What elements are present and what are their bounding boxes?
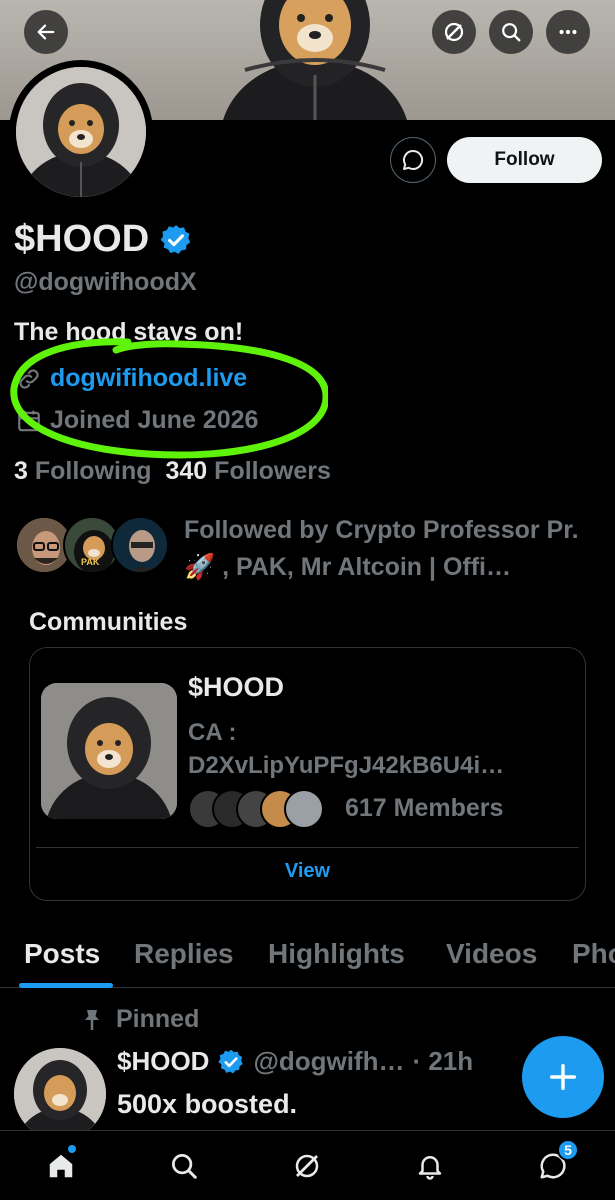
profile-avatar-ring <box>9 60 153 204</box>
community-name: $HOOD <box>188 672 285 702</box>
grok-icon <box>295 1154 319 1178</box>
bottom-nav: 5 <box>0 1130 615 1200</box>
active-tab-indicator <box>19 983 113 988</box>
community-members-count: 617 Members <box>345 794 504 822</box>
follower-avatar <box>111 516 169 574</box>
post-text[interactable]: 500x boosted. <box>117 1089 297 1120</box>
member-avatar <box>284 789 324 829</box>
community-card[interactable]: $HOOD CA : D2XvLipYuPFgJ42kB6U4i… 617 Me… <box>29 647 586 901</box>
community-image <box>41 683 177 819</box>
verified-badge-icon[interactable] <box>159 223 193 257</box>
profile-avatar[interactable] <box>16 67 146 197</box>
avatar-dog-image <box>16 67 146 197</box>
message-bubble-icon <box>403 149 424 170</box>
followed-by-avatars[interactable]: PAK <box>15 516 175 578</box>
follow-button[interactable]: Follow <box>447 137 602 183</box>
community-view-button[interactable]: View <box>30 860 585 883</box>
profile-display-name: $HOOD <box>14 218 150 260</box>
highlight-circle-annotation <box>10 338 328 459</box>
profile-handle: @dogwifhoodX <box>14 268 197 296</box>
card-divider <box>36 847 579 848</box>
search-icon <box>172 1154 197 1179</box>
messages-badge: 5 <box>557 1139 579 1161</box>
post-author-handle: @dogwifh… <box>253 1046 405 1076</box>
pinned-indicator: Pinned <box>80 1005 199 1034</box>
notifications-icon <box>418 1156 442 1180</box>
search-icon <box>502 23 521 42</box>
pin-icon <box>85 1009 99 1030</box>
post-avatar-dog-image <box>14 1048 106 1140</box>
nav-messages[interactable]: 5 <box>530 1139 579 1189</box>
nav-home[interactable] <box>38 1143 84 1189</box>
more-icon <box>559 29 577 35</box>
pak-label: PAK <box>81 557 100 567</box>
tab-posts[interactable]: Posts <box>24 938 100 970</box>
tab-photos[interactable]: Photos <box>572 938 615 970</box>
post-time: · 21h <box>412 1046 474 1076</box>
post-author-name[interactable]: $HOOD <box>117 1046 209 1077</box>
grok-icon <box>444 22 464 42</box>
unread-dot <box>68 1145 76 1153</box>
tab-videos[interactable]: Videos <box>446 938 537 970</box>
tab-highlights[interactable]: Highlights <box>268 938 405 970</box>
nav-notifications[interactable] <box>407 1143 453 1189</box>
profile-name-row: $HOOD <box>14 218 193 261</box>
ca-label: CA : <box>188 719 237 746</box>
arrow-left-icon <box>37 24 55 40</box>
banner-dog-image <box>223 0 407 120</box>
post-header: $HOOD @dogwifh… · 21h <box>117 1046 473 1077</box>
community-description: CA : D2XvLipYuPFgJ42kB6U4i… <box>188 716 580 782</box>
community-member-avatars <box>188 789 338 833</box>
verified-badge-icon <box>218 1049 244 1073</box>
person-bald-image <box>113 518 167 572</box>
post-author-avatar[interactable] <box>14 1048 106 1140</box>
more-button[interactable] <box>546 10 590 54</box>
community-dog-image <box>41 683 177 819</box>
compose-button[interactable] <box>522 1036 604 1118</box>
pinned-label: Pinned <box>116 1005 200 1033</box>
nav-search[interactable] <box>161 1143 207 1189</box>
followed-by-text[interactable]: Followed by Crypto Professor Pr.🚀 , PAK,… <box>184 512 604 586</box>
nav-grok[interactable] <box>284 1143 330 1189</box>
profile-tabs: Posts Replies Highlights Videos Photos <box>0 936 615 988</box>
ca-value: D2XvLipYuPFgJ42kB6U4i… <box>188 752 505 779</box>
grok-button[interactable] <box>432 10 476 54</box>
communities-title: Communities <box>29 608 188 636</box>
back-button[interactable] <box>24 10 68 54</box>
search-button[interactable] <box>489 10 533 54</box>
message-button[interactable] <box>390 137 436 183</box>
home-icon <box>49 1154 73 1178</box>
tab-replies[interactable]: Replies <box>134 938 234 970</box>
plus-icon <box>549 1063 577 1091</box>
